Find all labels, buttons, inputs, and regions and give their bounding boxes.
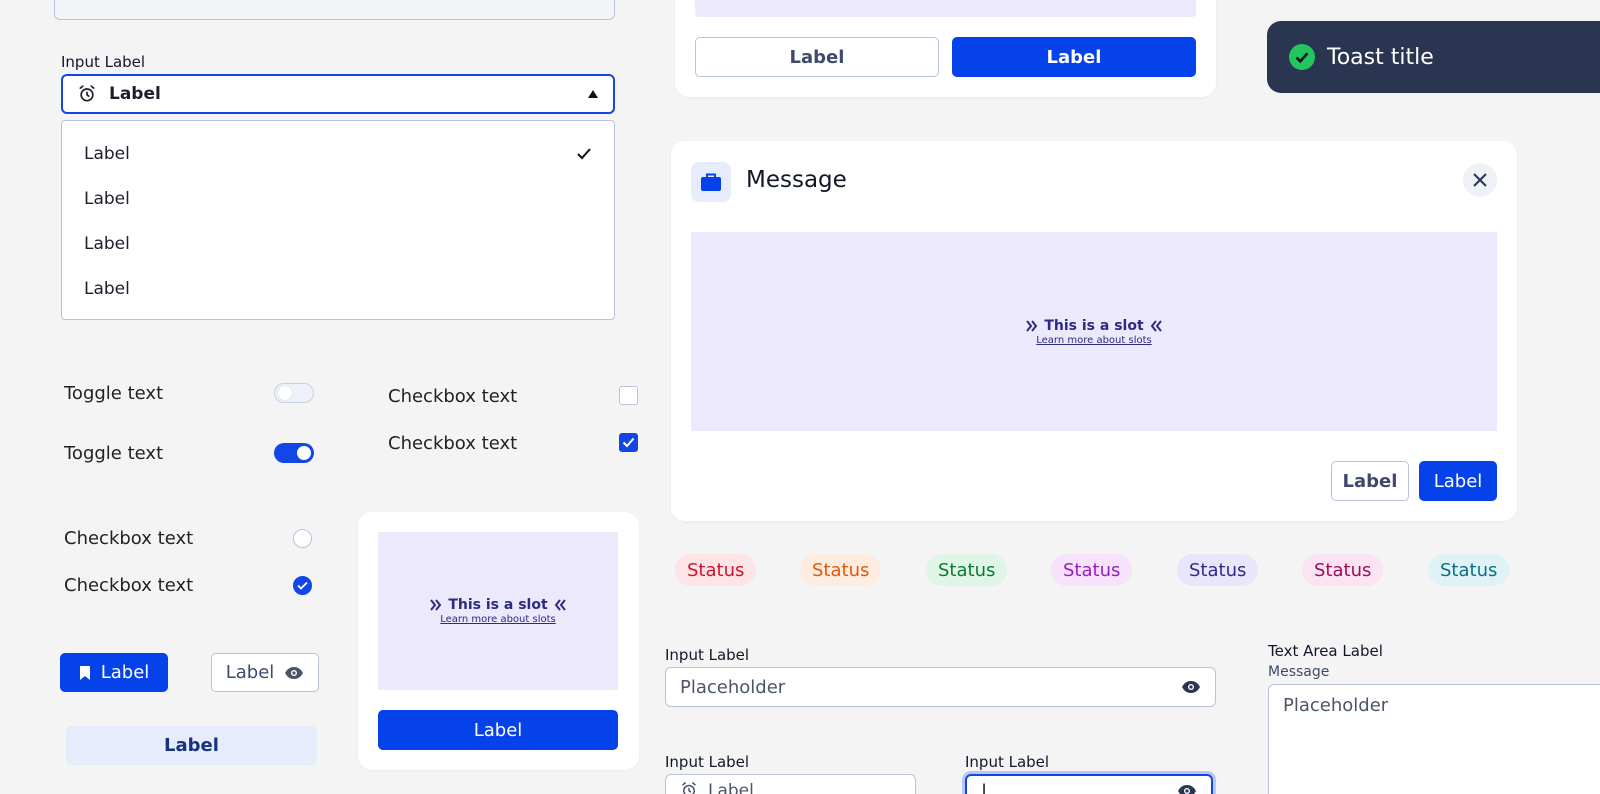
primary-button[interactable]: Label [952,37,1196,77]
textarea[interactable]: Placeholder [1268,684,1600,794]
status-badge-green: Status [926,554,1008,586]
chevron-double-left-icon [1150,319,1162,332]
select-field[interactable]: Label [61,74,615,114]
input-value: Label [708,781,754,794]
slot-card: This is a slot Learn more about slots La… [358,512,639,770]
select-label: Input Label [61,53,146,71]
slot-area: This is a slot Learn more about slots [691,232,1497,431]
bookmark-icon [79,665,91,681]
check-circle-icon [1289,44,1315,70]
eye-button[interactable]: Label [211,653,319,692]
status-badge-pink: Status [1302,554,1384,586]
secondary-button[interactable]: Label [695,37,939,77]
toggle-switch-off[interactable] [274,383,314,403]
slot-area: This is a slot Learn more about slots [378,532,618,690]
slot-link[interactable]: Learn more about slots [440,614,555,625]
ghost-button[interactable]: Label [66,726,317,765]
card-primary-button[interactable]: Label [378,710,618,750]
briefcase-icon [700,172,722,192]
textarea-placeholder: Placeholder [1283,695,1389,716]
checkbox-checked[interactable] [619,433,638,452]
password-input[interactable]: Placeholder [665,667,1216,707]
bookmark-button[interactable]: Label [60,653,168,692]
select-option[interactable]: Label [62,176,614,221]
status-badge-teal: Status [1428,554,1510,586]
status-badge-purple: Status [1051,554,1133,586]
select-dropdown: Label Label Label Label [61,120,615,320]
slot-link[interactable]: Learn more about slots [1036,335,1151,346]
toggle-switch-on[interactable] [274,443,314,463]
check-icon [622,437,635,448]
chevron-double-left-icon [554,599,566,611]
toggle-label: Toggle text [64,383,164,404]
select-value: Label [109,84,161,104]
eye-icon [284,666,304,680]
check-icon [297,581,308,590]
top-card: Label Label [675,0,1216,97]
eye-icon[interactable] [1181,680,1201,694]
modal-secondary-button[interactable]: Label [1331,461,1409,501]
toast: Toast title [1267,21,1600,93]
chevron-double-right-icon [1026,319,1038,332]
modal-title: Message [746,167,847,193]
toast-title: Toast title [1327,44,1434,70]
text-field[interactable] [54,0,615,20]
input-label: Input Label [665,753,750,771]
input-label: Input Label [965,753,1050,771]
chevron-double-right-icon [430,599,442,611]
input-label: Input Label [665,646,750,664]
select-option[interactable]: Label [62,221,614,266]
textarea-sublabel: Message [1268,664,1330,680]
textarea-label: Text Area Label [1268,642,1383,660]
modal-primary-button[interactable]: Label [1419,461,1497,501]
icon-input[interactable]: Label [665,774,916,794]
alarm-clock-icon [77,84,97,104]
slot-title: This is a slot [448,597,548,613]
radio-unchecked[interactable] [293,529,312,548]
input-value: | [981,781,988,794]
radio-checked[interactable] [293,576,312,595]
select-option[interactable]: Label [62,131,614,176]
alarm-clock-icon [680,781,698,794]
caret-up-icon [587,89,599,99]
toggle-label: Toggle text [64,443,164,464]
checkbox-label: Checkbox text [388,433,518,454]
focused-input[interactable]: | [965,774,1213,794]
slot-area [695,0,1196,17]
eye-icon[interactable] [1177,784,1197,794]
check-icon [576,147,592,161]
radio-label: Checkbox text [64,528,194,549]
status-badge-indigo: Status [1177,554,1259,586]
modal: Message This is a slot Learn more about … [671,141,1517,521]
input-placeholder: Placeholder [680,676,786,698]
checkbox-label: Checkbox text [388,386,518,407]
checkbox-unchecked[interactable] [619,386,638,405]
status-badge-orange: Status [800,554,882,586]
close-icon [1472,172,1488,188]
slot-title: This is a slot [1044,317,1144,334]
modal-icon [691,162,731,202]
select-option[interactable]: Label [62,266,614,311]
close-button[interactable] [1463,163,1497,197]
radio-label: Checkbox text [64,575,194,596]
status-badge-red: Status [675,554,757,586]
